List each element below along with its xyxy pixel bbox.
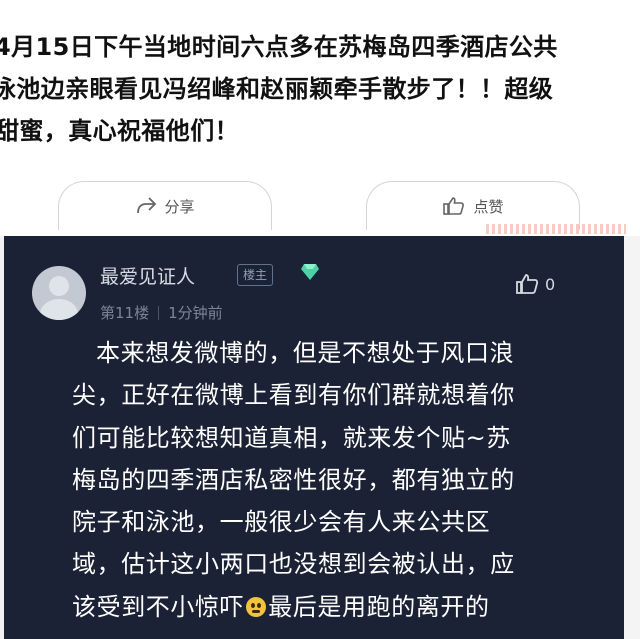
diamond-icon	[301, 264, 319, 280]
avatar-head	[49, 276, 69, 296]
post-line: 甜蜜，真心祝福他们！	[0, 117, 239, 145]
grimace-emoji-icon	[246, 596, 267, 617]
like-button[interactable]: 点赞	[366, 181, 580, 230]
comment-body: 本来想发微博的，但是不想处于风口浪 尖，正好在微博上看到有你们群就想着你 们可能…	[72, 332, 616, 628]
share-button[interactable]: 分享	[58, 181, 272, 230]
meta-divider	[158, 306, 160, 320]
share-icon	[137, 197, 157, 214]
post-line: 泳池边亲眼看见冯绍峰和赵丽颖牵手散步了！！超级	[0, 75, 554, 103]
comment-text-fragment: 最后是用跑的离开的	[268, 592, 490, 621]
share-label: 分享	[164, 197, 195, 216]
avatar[interactable]	[32, 266, 86, 320]
like-label: 点赞	[473, 197, 504, 216]
comment-line: 域，估计这小两口也没想到会被认出，应	[72, 550, 515, 579]
pink-dots-decoration	[486, 224, 626, 234]
thumbs-up-icon	[443, 197, 465, 215]
screenshot-page: 4月15日下午当地时间六点多在苏梅岛四季酒店公共 泳池边亲眼看见冯绍峰和赵丽颖牵…	[0, 0, 640, 639]
comment-line: 本来想发微博的，但是不想处于风口浪	[96, 339, 515, 367]
post-line: 4月15日下午当地时间六点多在苏梅岛四季酒店公共	[0, 33, 558, 61]
op-badge: 楼主	[237, 264, 274, 286]
comment-time: 1分钟前	[168, 304, 223, 322]
post-body: 4月15日下午当地时间六点多在苏梅岛四季酒店公共 泳池边亲眼看见冯绍峰和赵丽颖牵…	[0, 26, 640, 152]
comment-line: 们可能比较想知道真相，就来发个贴~苏	[72, 423, 511, 452]
thumbs-up-icon	[516, 274, 539, 294]
avatar-body	[40, 299, 78, 320]
comment-line: 梅岛的四季酒店私密性很好，都有独立的	[72, 465, 515, 494]
comment-card: 最爱见证人 楼主 第11楼 1分钟前 0 本来想发微博的，但是不想处于风口浪 尖，…	[4, 236, 624, 639]
comment-text-fragment: 该受到不小惊吓	[72, 592, 245, 621]
like-count: 0	[545, 274, 556, 294]
floor-number: 第11楼	[100, 304, 150, 322]
right-edge-strip	[624, 236, 640, 639]
comment-meta: 第11楼 1分钟前	[100, 302, 223, 323]
comment-line: 院子和泳池，一般很少会有人来公共区	[72, 508, 491, 537]
comment-line: 该受到不小惊吓 最后是用跑的离开的	[72, 586, 616, 628]
post-card: 4月15日下午当地时间六点多在苏梅岛四季酒店公共 泳池边亲眼看见冯绍峰和赵丽颖牵…	[0, 0, 640, 236]
comment-line: 尖，正好在微博上看到有你们群就想着你	[72, 381, 515, 410]
comment-like-button[interactable]: 0	[514, 272, 555, 296]
comment-username[interactable]: 最爱见证人	[100, 262, 195, 289]
